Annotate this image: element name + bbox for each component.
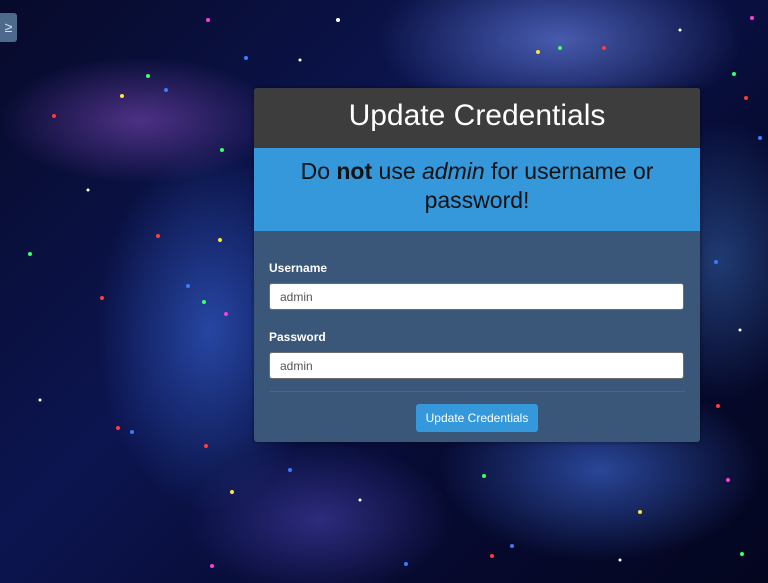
update-credentials-button[interactable]: Update Credentials: [415, 404, 539, 432]
warning-text-bold: not: [336, 158, 373, 184]
corner-toggle-button[interactable]: ≥: [0, 13, 17, 42]
corner-toggle-icon: ≥: [4, 19, 13, 35]
username-input[interactable]: [269, 283, 684, 310]
warning-text-part1: Do: [300, 158, 337, 184]
username-label: Username: [269, 261, 328, 275]
warning-text-part2: use: [372, 158, 423, 184]
form-divider: [269, 391, 685, 392]
credentials-form: Username Password Update Credentials: [254, 231, 700, 432]
warning-banner: Do not use admin for username or passwor…: [254, 148, 700, 231]
panel-title: Update Credentials: [254, 88, 700, 148]
password-input[interactable]: [269, 352, 684, 379]
password-label: Password: [269, 330, 326, 344]
update-credentials-panel: Update Credentials Do not use admin for …: [254, 88, 700, 442]
warning-text-italic: admin: [422, 158, 485, 184]
